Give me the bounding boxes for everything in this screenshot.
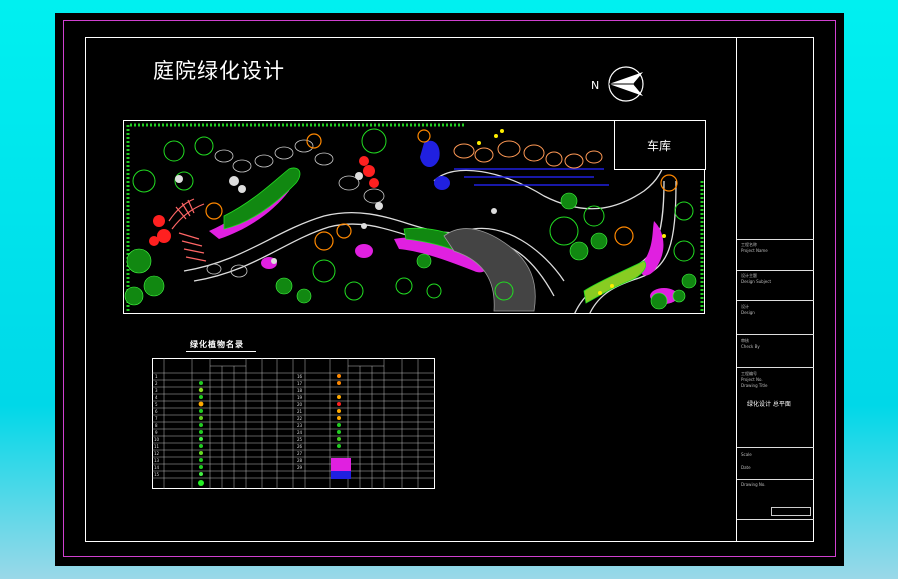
north-arrow: N [589,64,649,108]
svg-text:24: 24 [297,430,303,435]
svg-text:14: 14 [154,465,160,470]
svg-text:17: 17 [297,381,303,386]
svg-text:19: 19 [297,395,303,400]
svg-text:5: 5 [155,402,158,407]
svg-text:4: 4 [155,395,158,400]
title-block-label: 设计 [741,304,749,309]
table-row-numbers: 12 34 56 78 910 1112 1314 15 1617 1819 2… [154,374,303,477]
svg-text:12: 12 [154,451,160,456]
title-block-label-en: Drawing No. [741,482,766,487]
table-symbols [198,374,351,486]
svg-text:26: 26 [297,444,303,449]
plant-table-title-underline [186,351,256,352]
svg-text:15: 15 [154,472,160,477]
svg-text:11: 11 [154,444,160,449]
drawing-title: 庭院绿化设计 [153,59,285,83]
table-grid [152,358,435,489]
title-block-label-en: Check By [741,344,760,349]
svg-text:1: 1 [155,374,158,379]
svg-text:8: 8 [155,423,158,428]
svg-text:27: 27 [297,451,303,456]
svg-text:22: 22 [297,416,303,421]
title-block-label-en: Design [741,310,755,315]
north-label: N [591,79,599,92]
svg-text:21: 21 [297,409,303,414]
title-block-boxes [771,507,811,516]
title-block: 工程名称 Project Name 设计主题 Design Subject 设计… [736,37,814,542]
svg-text:29: 29 [297,465,303,470]
title-block-label-en: Project No. [741,377,763,382]
plant-table-title: 绿化植物名录 [190,340,244,349]
title-block-label-en: Design Subject [741,279,772,284]
svg-text:13: 13 [154,458,160,463]
svg-text:18: 18 [297,388,303,393]
title-block-label-en: Scale [741,452,752,457]
title-block-label: 审核 [741,338,749,343]
garage-block: 车库 [614,120,706,170]
svg-text:6: 6 [155,409,158,414]
title-block-label: 工程名称 [741,242,757,247]
svg-text:23: 23 [297,423,303,428]
svg-text:25: 25 [297,437,303,442]
title-block-label-en: Date [741,465,751,470]
svg-text:7: 7 [155,416,158,421]
title-block-label-en: Project Name [741,248,768,253]
svg-text:3: 3 [155,388,158,393]
drawing-title-value: 绿化设计 总平面 [747,401,791,408]
plant-list-table: 12 34 56 78 9 10 11 12 13 14 15 16 17 18 19 2… [152,358,435,489]
title-block-label-en: Drawing Title [741,383,768,388]
svg-text:20: 20 [297,402,303,407]
svg-text:16: 16 [297,374,303,379]
title-block-label: 设计主题 [741,273,757,278]
garage-label: 车库 [647,139,672,153]
title-block-label: 工程编号 [741,371,757,376]
svg-text:28: 28 [297,458,303,463]
svg-text:2: 2 [155,381,158,386]
svg-text:9: 9 [155,430,158,435]
svg-text:10: 10 [154,437,160,442]
